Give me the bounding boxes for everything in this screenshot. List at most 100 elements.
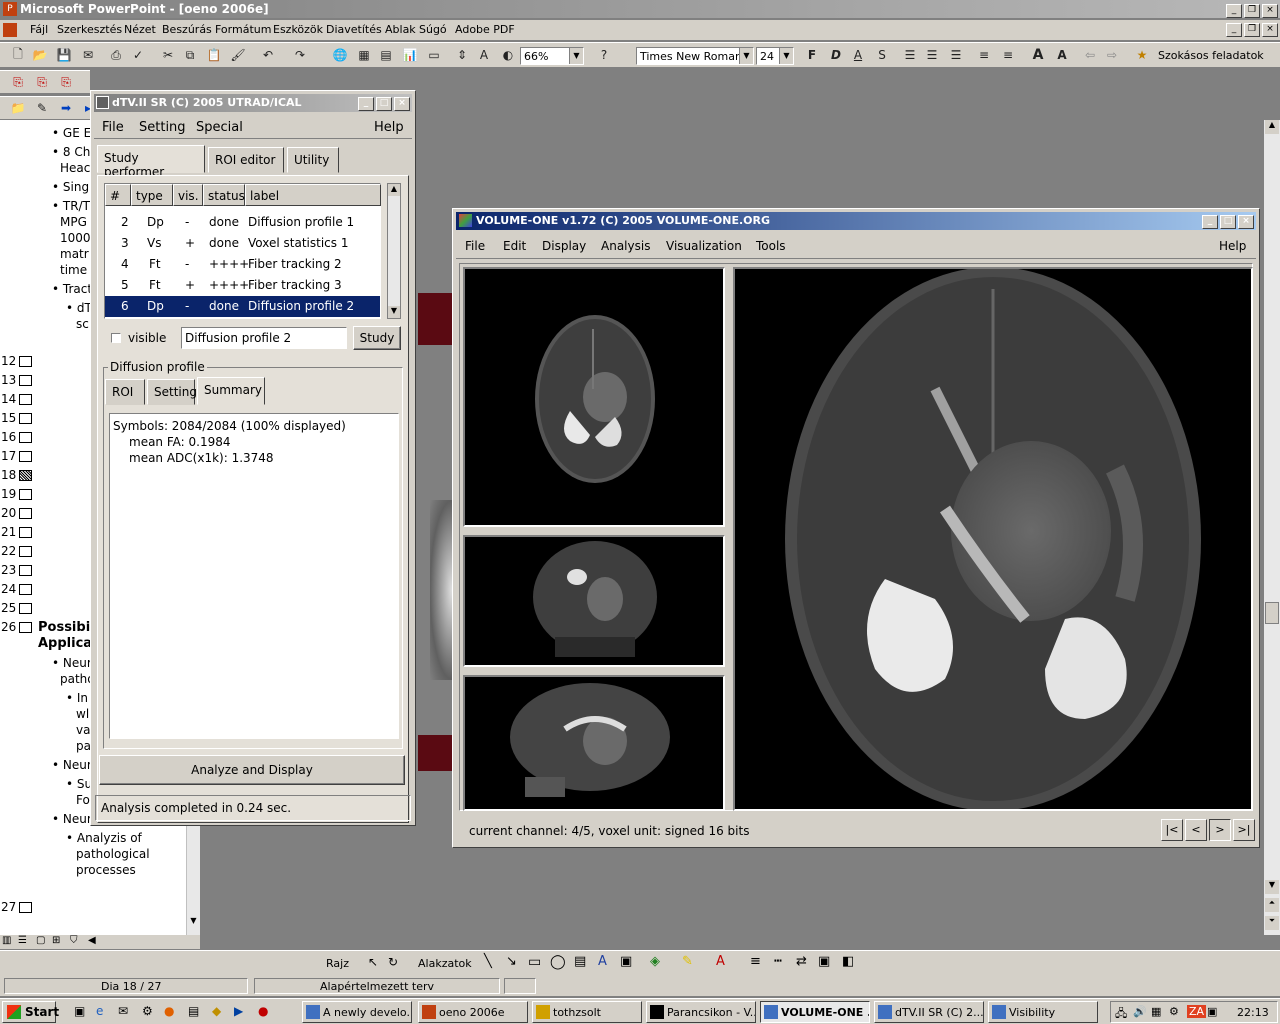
menu-view[interactable]: Nézet xyxy=(124,23,156,36)
coronal-view[interactable] xyxy=(463,535,725,667)
menu-format[interactable]: Formátum xyxy=(215,23,271,36)
task-button[interactable]: Visibility xyxy=(988,1001,1098,1023)
slide-row-26[interactable]: 26 xyxy=(1,620,33,634)
menu-slideshow[interactable]: Diavetítés xyxy=(326,23,382,36)
table-scrollbar[interactable]: ▲ ▼ xyxy=(387,183,401,319)
pdf-review-icon[interactable]: ⎘ xyxy=(56,72,76,92)
col-vis[interactable]: vis. xyxy=(173,184,203,206)
first-channel-button[interactable]: |< xyxy=(1161,819,1183,841)
menu-window[interactable]: Ablak xyxy=(385,23,416,36)
slide-row-25[interactable]: 25 xyxy=(1,601,33,615)
normal-view-icon[interactable]: ▥ xyxy=(2,935,11,946)
new-icon[interactable]: 🗋 xyxy=(8,45,28,65)
expand-all-icon[interactable]: ⇕ xyxy=(452,45,472,65)
menu-file[interactable]: File xyxy=(465,239,485,253)
slide-row-27[interactable]: 27 xyxy=(1,900,33,914)
task-button[interactable]: oeno 2006e xyxy=(418,1001,528,1023)
slide-row-24[interactable]: 24 xyxy=(1,582,33,596)
tab-roi[interactable]: ROI xyxy=(105,379,145,405)
scroll-down-icon[interactable]: ▼ xyxy=(388,306,400,318)
menu-setting[interactable]: Setting xyxy=(139,120,186,135)
slide-view-icon[interactable]: ▢ xyxy=(36,935,45,946)
doc-close-icon[interactable]: × xyxy=(1262,23,1278,37)
font-name-combo[interactable]: Times New Roman ▼ xyxy=(636,47,754,65)
arrow-style-icon[interactable]: ⇄ xyxy=(796,954,807,969)
outlook-icon[interactable]: ✉ xyxy=(118,1004,128,1018)
folder-icon[interactable]: 📁 xyxy=(8,98,28,118)
menu-insert[interactable]: Beszúrás xyxy=(162,23,212,36)
firefox-icon[interactable]: ● xyxy=(164,1004,174,1018)
menu-help[interactable]: Help xyxy=(374,120,404,135)
zoom-combo[interactable]: 66% ▼ xyxy=(520,47,584,65)
draw-menu[interactable]: Rajz xyxy=(326,957,349,970)
align-left-icon[interactable]: ☰ xyxy=(900,45,920,65)
underline-button[interactable]: A xyxy=(848,45,868,65)
menu-visualization[interactable]: Visualization xyxy=(666,239,742,253)
align-center-icon[interactable]: ☰ xyxy=(922,45,942,65)
main-axial-view[interactable] xyxy=(733,267,1253,811)
start-button[interactable]: Start xyxy=(2,1001,59,1023)
scroll-down-icon[interactable]: ▼ xyxy=(1265,880,1279,894)
menu-help[interactable]: Help xyxy=(1219,239,1246,253)
network-icon[interactable]: 🖧 xyxy=(1115,1005,1127,1024)
tasks-star-icon[interactable]: ★ xyxy=(1132,45,1152,65)
numbering-icon[interactable]: ≡ xyxy=(974,45,994,65)
slide-scrollbar[interactable]: ▲ ▼ ⏶ ⏷ xyxy=(1264,120,1280,935)
minimize-icon[interactable]: _ xyxy=(358,97,374,111)
slide-row-13[interactable]: 13 xyxy=(1,373,33,387)
quicklaunch-icon[interactable]: ● xyxy=(258,1004,268,1018)
col-label[interactable]: label xyxy=(245,184,381,206)
quicklaunch-icon[interactable]: ⚙ xyxy=(142,1004,153,1018)
permission-icon[interactable]: ✉ xyxy=(78,45,98,65)
close-icon[interactable]: × xyxy=(394,97,410,111)
copy-icon[interactable]: ⧉ xyxy=(180,45,200,65)
table-row-selected[interactable]: 6 Dp - done Diffusion profile 2 xyxy=(105,296,380,317)
line-icon[interactable]: ╲ xyxy=(484,954,492,969)
slide-row-18[interactable]: 18 xyxy=(1,468,33,482)
line-color-icon[interactable]: ✎ xyxy=(682,954,693,969)
edit-icon[interactable]: ✎ xyxy=(32,98,52,118)
study-button[interactable]: Study xyxy=(353,326,401,350)
print-icon[interactable]: ⎙ xyxy=(106,45,126,65)
decrease-font-icon[interactable]: A xyxy=(1052,45,1072,65)
demote-icon[interactable]: ⇨ xyxy=(1102,45,1122,65)
scroll-down-icon[interactable]: ▼ xyxy=(187,916,200,930)
task-button[interactable]: dTV.II SR (C) 2... xyxy=(874,1001,984,1023)
close-icon[interactable]: × xyxy=(1262,4,1278,18)
slide-row-14[interactable]: 14 xyxy=(1,392,33,406)
sorter-view-icon[interactable]: ⊞ xyxy=(52,935,60,946)
shadow-button[interactable]: S xyxy=(872,45,892,65)
pdf-convert-icon[interactable]: ⎘ xyxy=(8,72,28,92)
menu-help[interactable]: Súgó xyxy=(419,23,447,36)
new-slide-icon[interactable]: ▭ xyxy=(424,45,444,65)
paste-icon[interactable]: 📋 xyxy=(204,45,224,65)
scroll-left-icon[interactable]: ◀ xyxy=(88,935,96,946)
slide-row-15[interactable]: 15 xyxy=(1,411,33,425)
previous-slide-icon[interactable]: ⏶ xyxy=(1265,898,1279,912)
show-formatting-icon[interactable]: A xyxy=(474,45,494,65)
slideshow-view-icon[interactable]: ⛉ xyxy=(70,935,78,946)
tab-roi-editor[interactable]: ROI editor xyxy=(208,147,284,173)
table-row[interactable]: 2 Dp - done Diffusion profile 1 xyxy=(105,212,380,233)
tray-icon[interactable]: ▣ xyxy=(1207,1005,1217,1018)
dtv-title-bar[interactable]: dTV.II SR (C) 2005 UTRAD/ICAL _ □ × xyxy=(94,94,412,112)
visible-checkbox[interactable] xyxy=(111,333,121,343)
task-button[interactable]: A newly develo... xyxy=(302,1001,412,1023)
font-color-icon[interactable]: A xyxy=(716,954,725,969)
slide-row-12[interactable]: 12 xyxy=(1,354,33,368)
line-style-icon[interactable]: ≡ xyxy=(750,954,761,969)
table-row[interactable]: 3 Vs + done Voxel statistics 1 xyxy=(105,233,380,254)
next-slide-icon[interactable]: ⏷ xyxy=(1265,916,1279,930)
tray-icon[interactable]: ⚙ xyxy=(1169,1005,1179,1018)
align-right-icon[interactable]: ☰ xyxy=(946,45,966,65)
axial-view[interactable] xyxy=(463,267,725,527)
chevron-down-icon[interactable]: ▼ xyxy=(739,48,753,64)
textbox-icon[interactable]: ▤ xyxy=(574,954,586,969)
label-input[interactable]: Diffusion profile 2 xyxy=(181,327,347,349)
menu-file[interactable]: Fájl xyxy=(30,23,48,36)
slide-row-20[interactable]: 20 xyxy=(1,506,33,520)
dash-style-icon[interactable]: ┅ xyxy=(774,954,782,969)
col-status[interactable]: status xyxy=(203,184,245,206)
rotate-icon[interactable]: ↻ xyxy=(388,955,398,969)
autoshapes-menu[interactable]: Alakzatok xyxy=(418,957,472,970)
